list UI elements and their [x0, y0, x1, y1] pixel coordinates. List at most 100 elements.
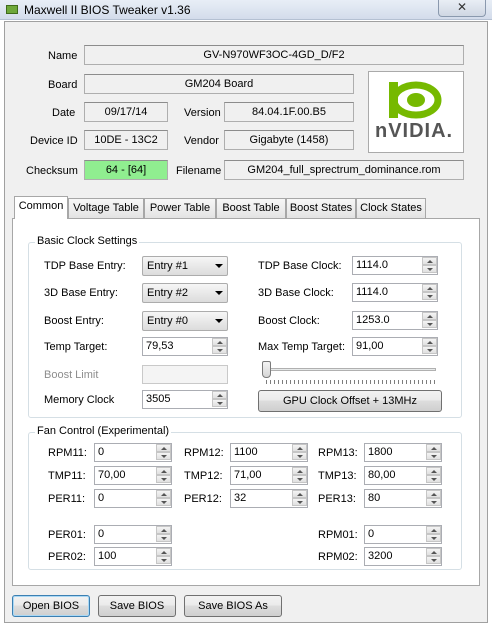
- per02-stepper[interactable]: 100: [94, 547, 172, 566]
- tab-voltage-table[interactable]: Voltage Table: [68, 198, 144, 218]
- rpm11-stepper[interactable]: 0: [94, 443, 172, 462]
- spin-down-icon[interactable]: [156, 498, 171, 506]
- spin-down-icon[interactable]: [156, 452, 171, 460]
- spin-down-icon[interactable]: [422, 346, 437, 354]
- tdp-base-entry-select[interactable]: Entry #1: [142, 256, 228, 276]
- spin-up-icon[interactable]: [212, 338, 227, 346]
- filename-label: Filename: [176, 165, 222, 177]
- per01-value: 0: [98, 528, 105, 540]
- spin-down-icon[interactable]: [426, 556, 441, 564]
- rpm13-label: RPM13:: [318, 447, 358, 459]
- rpm13-stepper[interactable]: 1800: [364, 443, 442, 462]
- per11-stepper[interactable]: 0: [94, 489, 172, 508]
- gpu-clock-offset-button[interactable]: GPU Clock Offset + 13MHz: [258, 390, 442, 412]
- 3d-base-clock-stepper[interactable]: 1114.0: [352, 283, 438, 302]
- spin-down-icon[interactable]: [212, 399, 227, 407]
- chevron-down-icon: [215, 319, 223, 323]
- tmp12-stepper[interactable]: 71,00: [230, 466, 308, 485]
- per13-label: PER13:: [318, 493, 356, 505]
- fan-control-title: Fan Control (Experimental): [35, 425, 172, 437]
- date-field: 09/17/14: [84, 102, 168, 122]
- spin-up-icon[interactable]: [156, 490, 171, 498]
- temp-target-stepper[interactable]: 79,53: [142, 337, 228, 356]
- spin-down-icon[interactable]: [426, 498, 441, 506]
- spin-up-icon[interactable]: [422, 257, 437, 265]
- spin-up-icon[interactable]: [156, 548, 171, 556]
- spin-up-icon[interactable]: [156, 444, 171, 452]
- spin-down-icon[interactable]: [422, 265, 437, 273]
- spin-up-icon[interactable]: [426, 467, 441, 475]
- spin-down-icon[interactable]: [156, 556, 171, 564]
- max-temp-target-value: 91,00: [356, 340, 384, 352]
- 3d-base-entry-select[interactable]: Entry #2: [142, 283, 228, 303]
- max-temp-target-stepper[interactable]: 91,00: [352, 337, 438, 356]
- spin-up-icon[interactable]: [426, 490, 441, 498]
- tab-boost-states[interactable]: Boost States: [286, 198, 356, 218]
- save-bios-button[interactable]: Save BIOS: [98, 595, 176, 617]
- clock-offset-slider-track[interactable]: [262, 368, 436, 371]
- spin-down-icon[interactable]: [422, 292, 437, 300]
- tmp13-label: TMP13:: [318, 470, 357, 482]
- per01-stepper[interactable]: 0: [94, 525, 172, 544]
- tmp12-value: 71,00: [234, 469, 262, 481]
- spin-up-icon[interactable]: [156, 526, 171, 534]
- save-bios-as-button[interactable]: Save BIOS As: [184, 595, 282, 617]
- rpm01-label: RPM01:: [318, 529, 358, 541]
- spin-down-icon[interactable]: [426, 452, 441, 460]
- memory-clock-value: 3505: [146, 393, 171, 405]
- name-label: Name: [48, 50, 78, 62]
- version-field: 84.04.1F.00.B5: [224, 102, 354, 122]
- spin-up-icon[interactable]: [426, 526, 441, 534]
- per13-stepper[interactable]: 80: [364, 489, 442, 508]
- close-button[interactable]: ✕: [438, 0, 486, 17]
- spin-down-icon[interactable]: [156, 534, 171, 542]
- 3d-base-entry-label: 3D Base Entry:: [44, 287, 118, 299]
- rpm01-stepper[interactable]: 0: [364, 525, 442, 544]
- tab-boost-table[interactable]: Boost Table: [216, 198, 286, 218]
- per12-stepper[interactable]: 32: [230, 489, 308, 508]
- open-bios-button[interactable]: Open BIOS: [12, 595, 90, 617]
- boost-limit-field: [142, 365, 228, 384]
- chevron-down-icon: [215, 264, 223, 268]
- rpm02-stepper[interactable]: 3200: [364, 547, 442, 566]
- tdp-base-clock-label: TDP Base Clock:: [258, 260, 342, 272]
- spin-up-icon[interactable]: [156, 467, 171, 475]
- spin-down-icon[interactable]: [292, 498, 307, 506]
- spin-down-icon[interactable]: [426, 534, 441, 542]
- memory-clock-stepper[interactable]: 3505: [142, 390, 228, 409]
- spin-up-icon[interactable]: [292, 444, 307, 452]
- tdp-base-clock-stepper[interactable]: 1114.0: [352, 256, 438, 275]
- spin-up-icon[interactable]: [426, 548, 441, 556]
- spin-up-icon[interactable]: [422, 312, 437, 320]
- tab-common[interactable]: Common: [14, 196, 68, 219]
- tab-clock-states[interactable]: Clock States: [356, 198, 426, 218]
- spin-down-icon[interactable]: [212, 346, 227, 354]
- spin-down-icon[interactable]: [156, 475, 171, 483]
- per02-value: 100: [98, 550, 117, 562]
- 3d-base-clock-value: 1114.0: [356, 286, 389, 298]
- rpm12-value: 1100: [234, 446, 258, 458]
- board-field: GM204 Board: [84, 74, 354, 94]
- spin-down-icon[interactable]: [422, 320, 437, 328]
- rpm12-stepper[interactable]: 1100: [230, 443, 308, 462]
- boost-clock-stepper[interactable]: 1253.0: [352, 311, 438, 330]
- spin-up-icon[interactable]: [292, 467, 307, 475]
- spin-down-icon[interactable]: [292, 452, 307, 460]
- clock-offset-slider-thumb[interactable]: [262, 361, 271, 378]
- slider-ticks: [266, 380, 436, 384]
- tab-power-table[interactable]: Power Table: [144, 198, 216, 218]
- rpm01-value: 0: [368, 528, 375, 540]
- spin-down-icon[interactable]: [292, 475, 307, 483]
- tmp11-stepper[interactable]: 70,00: [94, 466, 172, 485]
- boost-clock-label: Boost Clock:: [258, 315, 320, 327]
- spin-up-icon[interactable]: [212, 391, 227, 399]
- spin-up-icon[interactable]: [422, 284, 437, 292]
- boost-entry-select[interactable]: Entry #0: [142, 311, 228, 331]
- spin-down-icon[interactable]: [426, 475, 441, 483]
- tmp13-stepper[interactable]: 80,00: [364, 466, 442, 485]
- spin-up-icon[interactable]: [426, 444, 441, 452]
- window-title: Maxwell II BIOS Tweaker v1.36: [24, 3, 191, 17]
- rpm02-value: 3200: [368, 550, 393, 562]
- spin-up-icon[interactable]: [422, 338, 437, 346]
- spin-up-icon[interactable]: [292, 490, 307, 498]
